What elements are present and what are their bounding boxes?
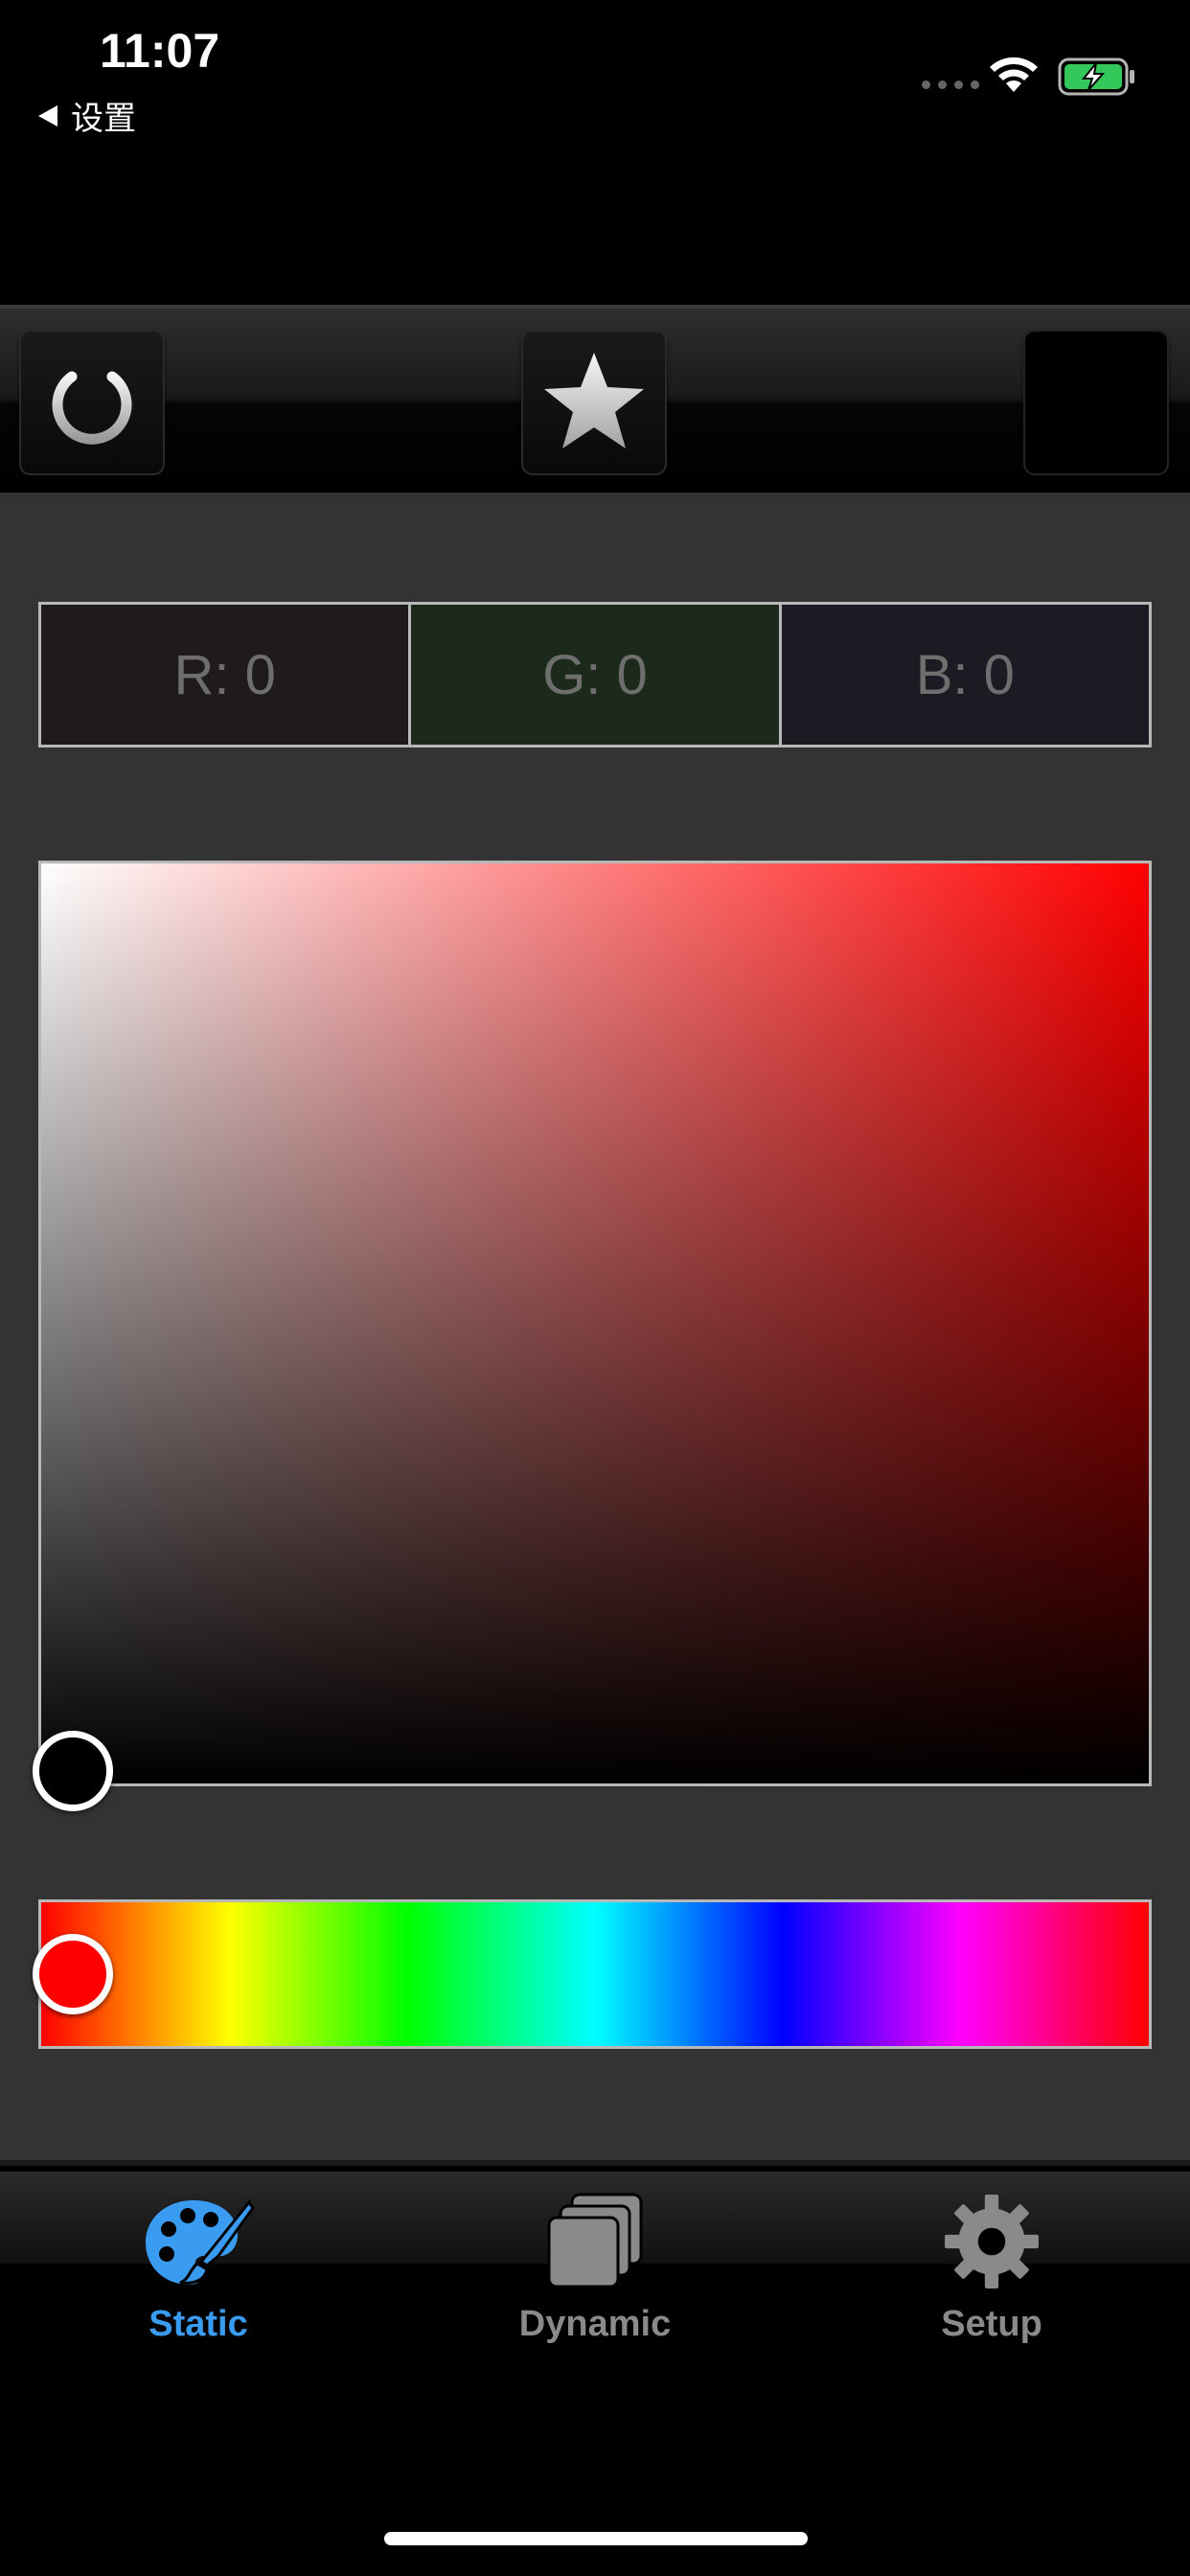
current-color-swatch-button[interactable] <box>1023 330 1169 475</box>
status-time: 11:07 <box>100 24 220 78</box>
home-indicator[interactable] <box>384 2532 808 2545</box>
tab-setup-label: Setup <box>941 2304 1042 2344</box>
back-arrow-icon <box>38 104 57 126</box>
hue-slider[interactable] <box>38 1899 1152 2049</box>
tab-dynamic-label: Dynamic <box>518 2304 672 2344</box>
back-label: 设置 <box>71 101 136 137</box>
tab-setup[interactable]: Setup <box>793 2185 1190 2367</box>
top-toolbar <box>0 305 1190 493</box>
tab-bar: Static Dynamic Setup <box>0 2160 1190 2576</box>
star-icon <box>544 353 644 448</box>
tab-dynamic[interactable]: Dynamic <box>397 2185 793 2367</box>
hue-slider-knob[interactable] <box>33 1934 113 2014</box>
app-screen: 11:07 设置 R: 0 G: 0 B: 0 Static Dynamic S… <box>0 0 1190 2576</box>
battery-charging-icon <box>1058 58 1134 96</box>
saturation-brightness-picker[interactable] <box>38 861 1152 1786</box>
cellular-signal-icon <box>922 80 979 89</box>
color-panel: R: 0 G: 0 B: 0 <box>0 493 1190 2160</box>
power-button[interactable] <box>19 330 165 475</box>
gear-icon <box>945 2195 1039 2288</box>
tab-static[interactable]: Static <box>0 2185 397 2367</box>
green-value[interactable]: G: 0 <box>408 605 782 745</box>
red-value[interactable]: R: 0 <box>41 605 409 745</box>
blue-value[interactable]: B: 0 <box>781 605 1149 745</box>
saturation-brightness-knob[interactable] <box>33 1731 113 1811</box>
rgb-readout: R: 0 G: 0 B: 0 <box>38 602 1152 748</box>
back-to-settings-link[interactable]: 设置 <box>38 92 136 139</box>
tab-static-label: Static <box>149 2304 248 2344</box>
palette-icon <box>146 2199 255 2285</box>
stack-icon <box>547 2193 643 2288</box>
favorite-button[interactable] <box>521 330 667 475</box>
power-icon <box>52 356 132 445</box>
wifi-icon <box>990 57 1038 92</box>
